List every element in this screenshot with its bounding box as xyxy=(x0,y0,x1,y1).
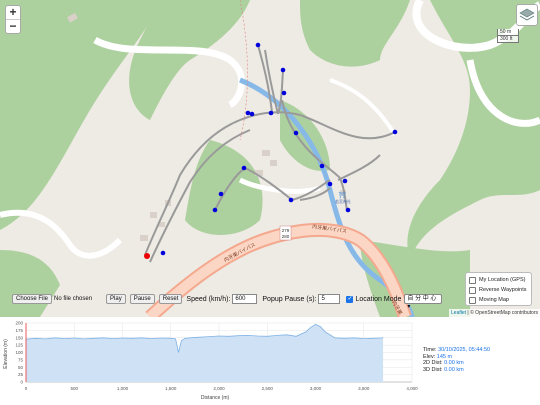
playback-controls: Choose File No file chosen Play Pause Re… xyxy=(12,293,443,310)
position-info: Time: 30/10/2025, 05:44:50 Elev: 145 m 2… xyxy=(423,347,490,373)
time-row: Time: 30/10/2025, 05:44:50 xyxy=(423,347,490,354)
y-axis-label: Elevation (m) xyxy=(3,339,9,369)
option-label: Reverse Waypoints xyxy=(479,287,527,293)
scale-imperial: 300 ft xyxy=(497,36,519,43)
time-label: Time: xyxy=(423,347,437,353)
option-label: My Location (GPS) xyxy=(479,277,526,283)
road-label: 内牙巣バイパス xyxy=(223,241,257,264)
option-moving-map[interactable]: Moving Map xyxy=(469,295,528,305)
map[interactable]: 内牙巣バイパス 内牙巣バイパス 内牙巣 279 280 ⛩ 若宮神社 + − 50 m 30… xyxy=(0,0,540,317)
location-mode-checkbox[interactable]: ✓ xyxy=(346,295,354,303)
scale-metric: 50 m xyxy=(497,29,519,36)
x-tick-label: 3,000 xyxy=(310,386,322,391)
y-tick-label: 100 xyxy=(15,350,23,355)
map-attribution: Leaflet | © OpenStreetMap contributors xyxy=(449,309,540,317)
waypoint-marker[interactable] xyxy=(255,42,261,48)
y-tick-label: 200 xyxy=(15,321,23,326)
waypoint-marker[interactable] xyxy=(241,165,247,171)
y-tick-label: 25 xyxy=(18,372,24,377)
choose-file-button[interactable]: Choose File xyxy=(12,294,53,304)
dist2d-value: 0.00 km xyxy=(444,360,464,367)
shrine-label: 若宮神社 xyxy=(335,198,351,204)
waypoint-marker[interactable] xyxy=(281,90,287,96)
time-value: 30/10/2025, 05:44:50 xyxy=(438,347,491,353)
waypoint-marker[interactable] xyxy=(212,207,218,213)
pause-button[interactable]: Pause xyxy=(129,294,155,304)
options-panel: My Location (GPS) Reverse Waypoints Movi… xyxy=(465,272,532,306)
attribution-text: | © OpenStreetMap contributors xyxy=(466,310,538,316)
waypoint-marker[interactable] xyxy=(280,67,286,73)
waypoint-marker[interactable] xyxy=(245,110,251,116)
waypoint-marker[interactable] xyxy=(218,191,224,197)
popup-pause-label: Popup Pause (s): xyxy=(262,295,317,303)
waypoint-marker[interactable] xyxy=(345,207,351,213)
checkbox[interactable] xyxy=(469,296,476,304)
elev-value: 145 m xyxy=(436,353,453,360)
layers-button[interactable] xyxy=(516,4,538,26)
x-tick-label: 4,000 xyxy=(406,386,418,391)
dist3d-value: 0.00 km xyxy=(444,366,464,373)
leaflet-link[interactable]: Leaflet xyxy=(451,310,466,316)
waypoint-marker[interactable] xyxy=(392,129,398,135)
current-position-marker[interactable] xyxy=(144,253,150,259)
x-tick-label: 2,500 xyxy=(262,386,274,391)
y-tick-label: 75 xyxy=(18,357,24,362)
checkbox[interactable] xyxy=(469,286,476,294)
y-tick-label: 125 xyxy=(15,343,23,348)
location-mode-select[interactable]: 自 分 中 心 ▾ xyxy=(404,294,443,310)
x-axis-label: Distance (m) xyxy=(201,395,230,401)
dist2d-row: 2D Dist: 0.00 km xyxy=(423,360,490,367)
waypoint-marker[interactable] xyxy=(268,110,274,116)
elevation-area xyxy=(26,324,384,382)
x-tick-label: 1,500 xyxy=(165,386,177,391)
route-shield-top: 279 xyxy=(282,228,290,233)
waypoint-marker[interactable] xyxy=(293,130,299,136)
elev-row: Elev: 145 m xyxy=(423,354,490,361)
zoom-out-button[interactable]: − xyxy=(6,19,20,33)
waypoint-marker[interactable] xyxy=(327,181,333,187)
shrine-icon: ⛩ xyxy=(338,191,346,199)
route-shield-bottom: 280 xyxy=(282,234,290,239)
speed-input[interactable]: 600 xyxy=(232,294,258,304)
y-tick-label: 175 xyxy=(15,328,23,333)
waypoint-marker[interactable] xyxy=(288,197,294,203)
x-tick-label: 1,000 xyxy=(117,386,129,391)
y-tick-label: 0 xyxy=(20,380,23,385)
speed-label: Speed (km/h): xyxy=(186,295,231,303)
option-my-location[interactable]: My Location (GPS) xyxy=(469,275,528,285)
dist3d-row: 3D Dist: 0.00 km xyxy=(423,367,490,374)
file-status: No file chosen xyxy=(54,296,93,302)
location-mode-label: Location Mode xyxy=(355,295,402,303)
reset-button[interactable]: Reset xyxy=(158,294,183,304)
waypoint-marker[interactable] xyxy=(249,111,255,117)
option-label: Moving Map xyxy=(479,297,509,303)
waypoint-marker[interactable] xyxy=(160,250,166,256)
option-reverse-waypoints[interactable]: Reverse Waypoints xyxy=(469,285,528,295)
elev-label: Elev: xyxy=(423,353,436,360)
zoom-control: + − xyxy=(5,5,21,34)
x-tick-label: 0 xyxy=(25,386,28,391)
dist3d-label: 3D Dist: xyxy=(423,366,443,373)
checkbox[interactable] xyxy=(469,276,476,284)
popup-pause-input[interactable]: 5 xyxy=(318,294,341,304)
dist2d-label: 2D Dist: xyxy=(423,360,443,367)
x-tick-label: 2,000 xyxy=(213,386,225,391)
y-tick-label: 50 xyxy=(18,365,24,370)
zoom-in-button[interactable]: + xyxy=(6,6,20,19)
y-tick-label: 150 xyxy=(15,335,23,340)
x-tick-label: 3,500 xyxy=(358,386,370,391)
map-overlay: 内牙巣バイパス内牙巣バイパス内牙巣279280⛩若宮神社 xyxy=(144,42,404,316)
x-tick-label: 500 xyxy=(70,386,78,391)
location-mode-value: 自 分 中 心 xyxy=(407,296,437,302)
waypoint-marker[interactable] xyxy=(319,163,325,169)
waypoint-marker[interactable] xyxy=(342,178,348,184)
play-button[interactable]: Play xyxy=(106,294,126,304)
road-label: 内牙巣バイパス xyxy=(312,223,348,235)
layers-icon xyxy=(519,8,535,21)
